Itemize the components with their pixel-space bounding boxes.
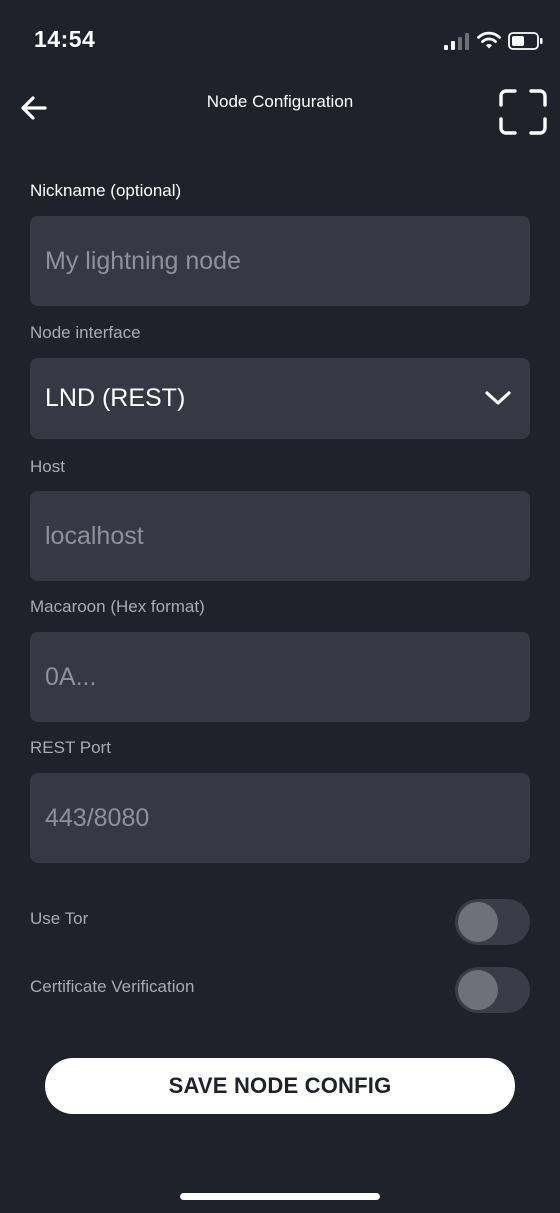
node-configuration-screen: 14:54 Node Configuration Nickname (optio…: [0, 0, 560, 1213]
save-button-label: SAVE NODE CONFIG: [168, 1073, 392, 1098]
nickname-input[interactable]: [45, 216, 515, 306]
chevron-down-icon: [485, 391, 511, 405]
toggle-knob: [458, 902, 498, 942]
scan-qr-button[interactable]: [498, 88, 548, 136]
rest-port-label: REST Port: [30, 738, 111, 757]
macaroon-field: [30, 632, 530, 722]
host-label: Host: [30, 457, 65, 476]
nickname-field: [30, 216, 530, 306]
rest-port-field: [30, 773, 530, 863]
node-interface-label: Node interface: [30, 323, 141, 342]
use-tor-toggle[interactable]: [455, 899, 530, 945]
host-field: [30, 491, 530, 581]
host-input[interactable]: [45, 491, 515, 581]
use-tor-label: Use Tor: [30, 909, 89, 928]
wifi-icon: [477, 31, 501, 49]
battery-icon: [508, 32, 543, 50]
status-bar: 14:54: [0, 0, 560, 80]
node-interface-select[interactable]: LND (REST): [30, 358, 530, 439]
macaroon-label: Macaroon (Hex format): [30, 597, 205, 616]
certificate-verification-toggle[interactable]: [455, 967, 530, 1013]
home-indicator[interactable]: [180, 1193, 380, 1200]
rest-port-input[interactable]: [45, 773, 515, 863]
status-time: 14:54: [34, 26, 96, 52]
page-title: Node Configuration: [206, 92, 354, 111]
toggle-knob: [458, 970, 498, 1010]
nickname-label: Nickname (optional): [30, 181, 182, 200]
scan-frame-icon: [499, 89, 547, 135]
macaroon-input[interactable]: [45, 632, 515, 722]
cellular-signal-icon: [444, 33, 469, 50]
certificate-verification-label: Certificate Verification: [30, 977, 195, 996]
save-node-config-button[interactable]: SAVE NODE CONFIG: [45, 1058, 515, 1114]
node-interface-value: LND (REST): [45, 384, 186, 412]
